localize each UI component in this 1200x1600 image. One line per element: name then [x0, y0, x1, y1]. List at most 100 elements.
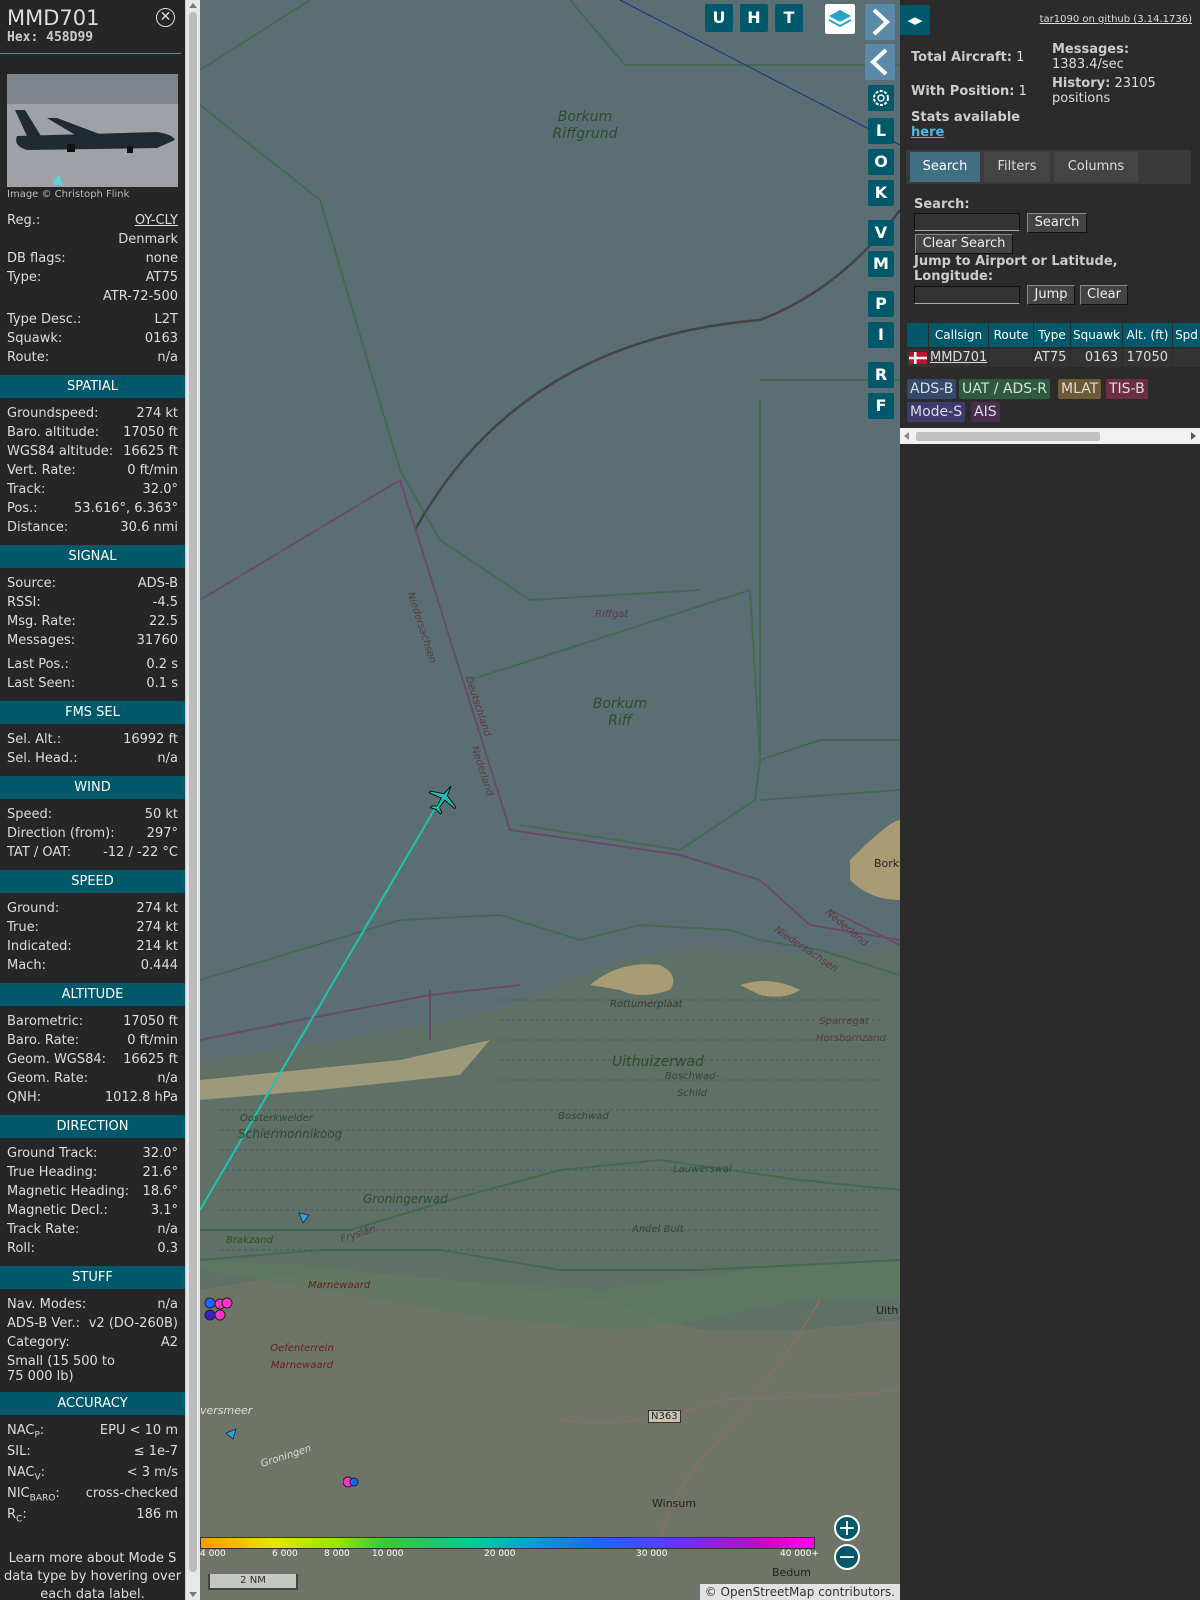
table-row-squawk[interactable]: 0163: [1071, 349, 1123, 367]
map-button-o[interactable]: O: [868, 149, 894, 175]
table-row-flag[interactable]: [907, 349, 929, 367]
panel-toggle-icon[interactable]: ◂▸: [900, 5, 930, 35]
table-header-speed[interactable]: Spd: [1173, 323, 1200, 347]
fms-value: 16992 ft: [123, 732, 178, 747]
scroll-left-arrow-icon[interactable]: [904, 432, 909, 440]
adsbver-row: ADS-B Ver.: v2 (DO-260B): [0, 1314, 185, 1333]
aircraft-hex: Hex: 458D99: [7, 30, 94, 45]
map-button-t[interactable]: T: [775, 4, 803, 32]
tab-columns[interactable]: Columns: [1054, 152, 1138, 182]
sil-value: ≤ 1e-7: [133, 1444, 178, 1459]
zoom-in-icon[interactable]: +: [834, 1515, 860, 1541]
vessel-marker-icon[interactable]: [224, 1427, 238, 1441]
gear-icon[interactable]: [868, 85, 894, 111]
aircraft-cluster-icon[interactable]: [200, 1295, 236, 1325]
dbflags-row: DB flags: none: [0, 249, 185, 268]
fms-value: n/a: [157, 751, 178, 766]
table-header-callsign[interactable]: Callsign: [929, 323, 989, 347]
scroll-down-arrow-icon[interactable]: [189, 1592, 197, 1597]
fms-list: Sel. Alt.: 16992 ft Sel. Head.: n/a: [0, 730, 185, 768]
nacp-row: NACP: EPU < 10 m: [0, 1421, 185, 1441]
map-button-i[interactable]: I: [868, 322, 894, 348]
speed-row: Indicated: 214 kt: [0, 937, 185, 956]
map-view[interactable]: Borkum Riffgrund Borkum Riff Riffgat Nie…: [200, 0, 900, 1600]
osm-link[interactable]: OpenStreetMap: [721, 1585, 815, 1599]
table-row-type[interactable]: AT75: [1034, 349, 1071, 367]
scroll-up-arrow-icon[interactable]: [189, 3, 197, 8]
vessel-marker-icon[interactable]: [297, 1211, 311, 1225]
with-position-stat: With Position: 1: [911, 84, 1027, 99]
map-button-l[interactable]: L: [868, 118, 894, 144]
map-button-p[interactable]: P: [868, 291, 894, 317]
clear-button[interactable]: Clear: [1080, 285, 1128, 305]
type-name-value: ATR-72-500: [102, 289, 178, 304]
wind-value: 50 kt: [144, 807, 178, 822]
table-header-route[interactable]: Route: [989, 323, 1034, 347]
adsbver-value: v2 (DO-260B): [88, 1316, 178, 1331]
badge-uat-adsr: UAT / ADS-R: [959, 379, 1050, 399]
signal-label: Msg. Rate:: [7, 614, 76, 629]
stats-link[interactable]: here: [911, 125, 944, 140]
table-header-altitude[interactable]: Alt. (ft): [1123, 323, 1173, 347]
signal-value: 22.5: [149, 614, 178, 629]
aircraft-pair-icon[interactable]: [343, 1475, 361, 1489]
search-input[interactable]: [914, 213, 1020, 231]
nacp-value: EPU < 10 m: [99, 1423, 178, 1438]
table-row-callsign[interactable]: MMD701: [929, 349, 989, 367]
reg-link[interactable]: OY-CLY: [135, 211, 178, 230]
layers-icon[interactable]: [825, 4, 855, 34]
direction-label: Track Rate:: [7, 1222, 80, 1237]
aircraft-info-panel: MMD701 Hex: 458D99 ✕ Image © Christoph F…: [0, 0, 185, 1600]
map-button-h[interactable]: H: [740, 4, 768, 32]
wind-row: Speed: 50 kt: [0, 805, 185, 824]
direction-row: Magnetic Heading: 18.6°: [0, 1182, 185, 1201]
map-button-m[interactable]: M: [868, 251, 894, 277]
chevron-left-icon[interactable]: [865, 44, 895, 80]
chevron-right-icon[interactable]: [865, 4, 895, 40]
scroll-right-arrow-icon[interactable]: [1191, 432, 1196, 440]
map-button-r[interactable]: R: [868, 362, 894, 388]
table-row-altitude[interactable]: 17050: [1123, 349, 1173, 367]
table-header-type[interactable]: Type: [1034, 323, 1071, 347]
jump-button[interactable]: Jump: [1027, 285, 1075, 305]
table-row-route[interactable]: [989, 349, 1034, 367]
info-panel-scrollbar[interactable]: [185, 0, 200, 1600]
scrollbar-thumb[interactable]: [189, 12, 197, 1572]
signal-label: Last Seen:: [7, 676, 76, 691]
zoom-out-icon[interactable]: −: [834, 1544, 860, 1570]
map-button-f[interactable]: F: [868, 393, 894, 419]
horizontal-scrollbar-thumb[interactable]: [916, 432, 1100, 441]
map-button-u[interactable]: U: [705, 4, 733, 32]
history-stat: History: 23105 positions: [1052, 76, 1156, 106]
map-button-k[interactable]: K: [868, 180, 894, 206]
tab-filters[interactable]: Filters: [984, 152, 1050, 182]
map-label: Boschwad-Schild: [664, 1071, 720, 1099]
spatial-value: 53.616°, 6.363°: [74, 501, 178, 516]
clear-search-button[interactable]: Clear Search: [915, 234, 1013, 254]
badge-tisb: TIS-B: [1106, 379, 1148, 399]
map-label: Groningerwad: [363, 1192, 448, 1206]
close-icon[interactable]: ✕: [156, 8, 175, 27]
aircraft-marker-icon[interactable]: [426, 782, 460, 816]
tab-search[interactable]: Search: [910, 152, 980, 182]
reg-label: Reg.:: [7, 213, 41, 228]
speed-value: 274 kt: [136, 901, 178, 916]
table-row-speed[interactable]: [1173, 349, 1200, 367]
table-horizontal-scrollbar[interactable]: [900, 428, 1200, 444]
direction-label: Roll:: [7, 1241, 36, 1256]
squawk-label: Squawk:: [7, 331, 63, 346]
map-button-v[interactable]: V: [868, 220, 894, 246]
aircraft-photo[interactable]: [7, 74, 178, 187]
search-button[interactable]: Search: [1027, 213, 1087, 233]
aircraft-callsign: MMD701: [7, 6, 100, 30]
signal-label: Last Pos.:: [7, 657, 69, 672]
type-row: Type: AT75: [0, 268, 185, 287]
github-link[interactable]: tar1090 on github (3.14.1736): [1040, 14, 1192, 25]
jump-input[interactable]: [914, 286, 1020, 304]
altitude-value: 16625 ft: [123, 1052, 178, 1067]
altitude-row: Geom. WGS84: 16625 ft: [0, 1050, 185, 1069]
spatial-value: 16625 ft: [123, 444, 178, 459]
colorbar-tick: 30 000: [636, 1549, 668, 1559]
nacv-label: NACV:: [7, 1465, 46, 1483]
table-header-squawk[interactable]: Squawk: [1071, 323, 1123, 347]
